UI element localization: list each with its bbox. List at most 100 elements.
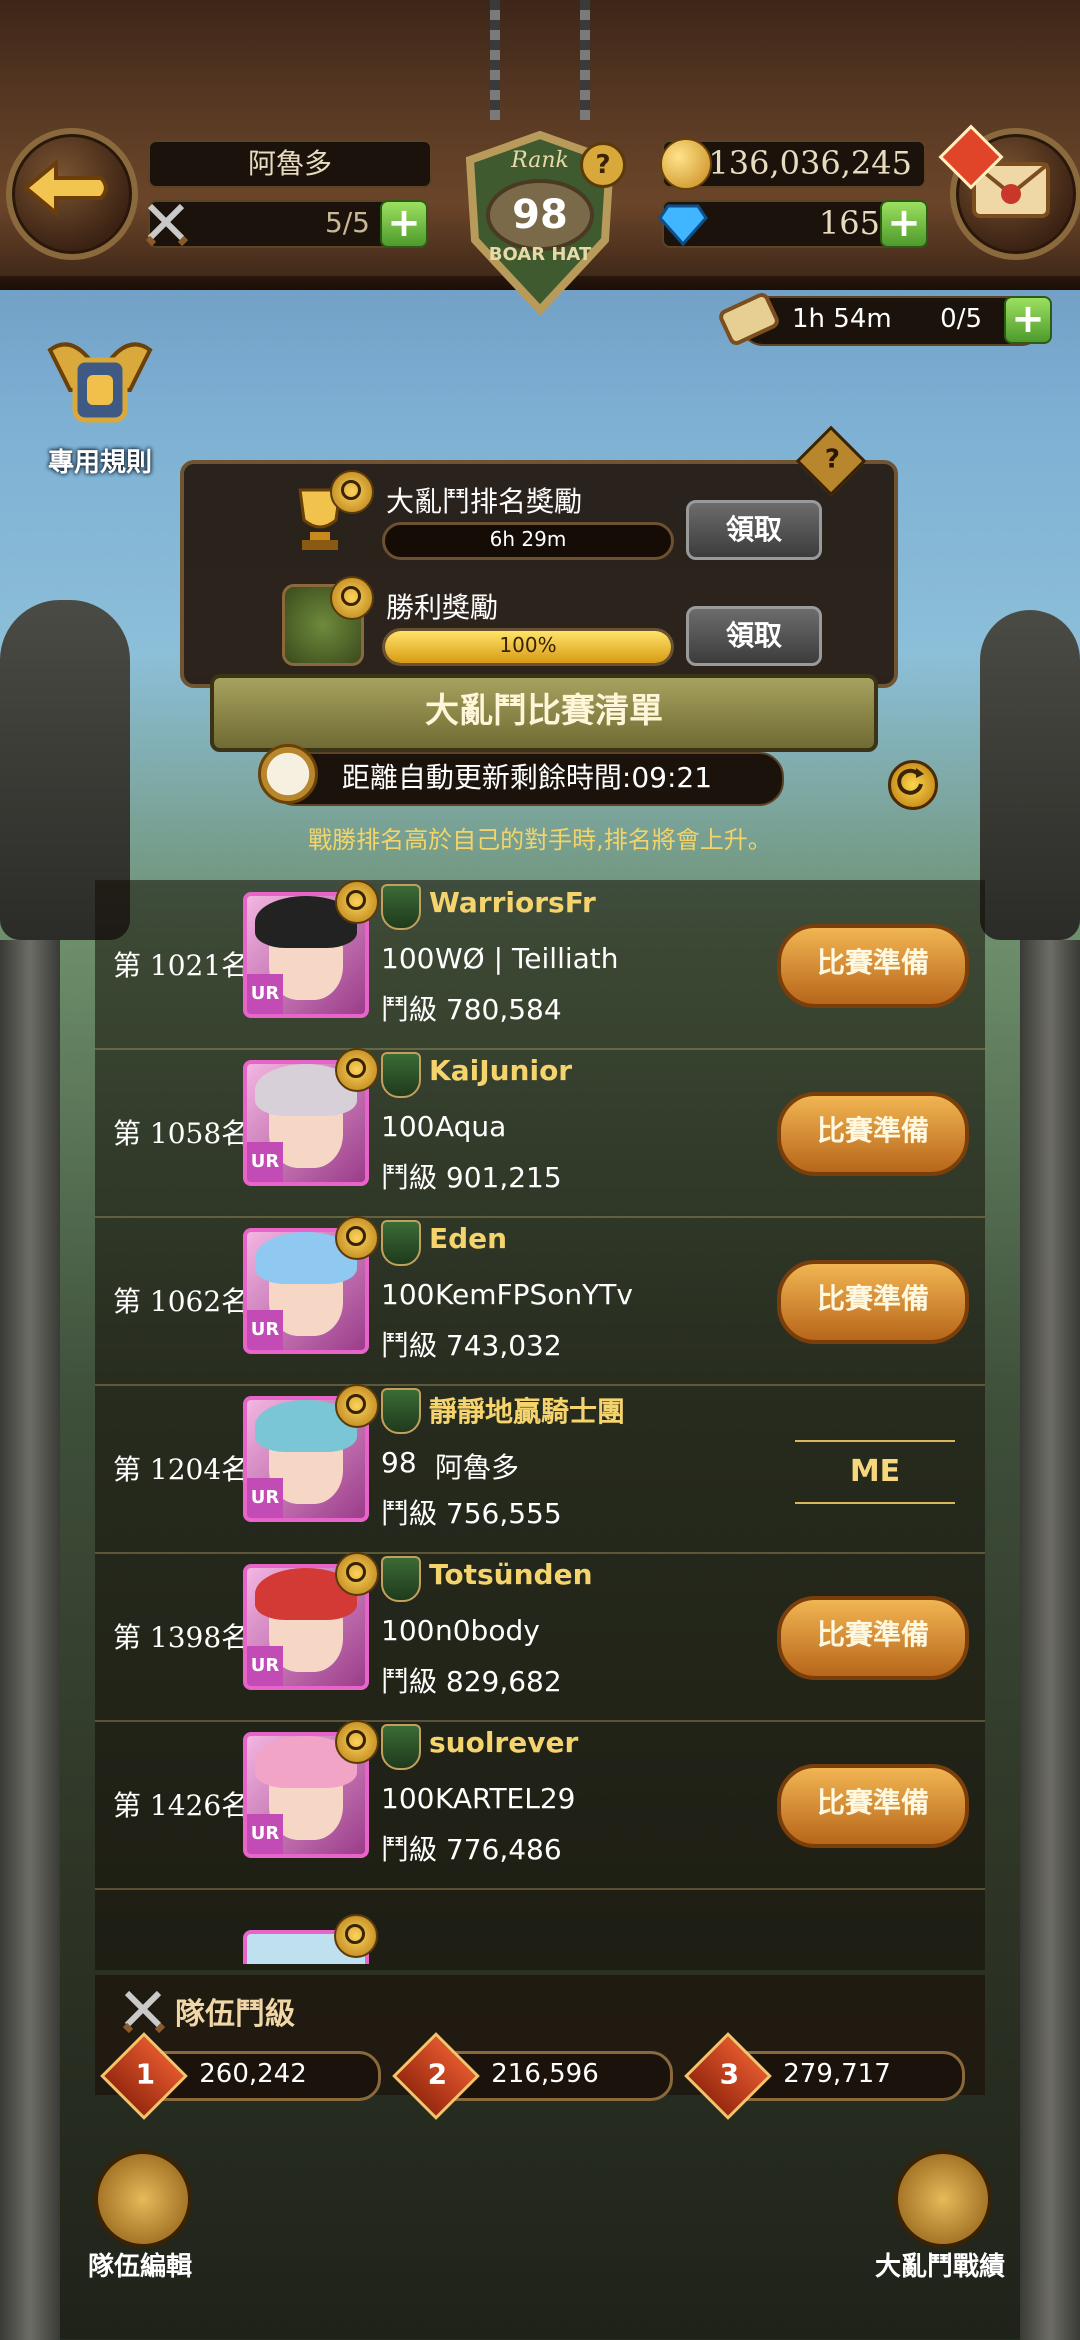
help-icon[interactable]: ? (580, 142, 626, 188)
player-level: 100 (381, 942, 435, 975)
reward-win-title: 勝利獎勵 (386, 591, 499, 624)
magnify-icon[interactable] (335, 1216, 379, 1260)
opponent-power: 鬥級 776,486 (381, 1833, 562, 1866)
magnify-icon[interactable] (335, 880, 379, 924)
magnify-icon[interactable] (335, 1384, 379, 1428)
list-title: 大亂鬥比賽清單 (425, 691, 663, 731)
magnify-icon[interactable] (335, 1552, 379, 1596)
swords-icon (122, 1990, 166, 2034)
player-level: 100 (381, 1782, 435, 1815)
player-level: 98 (381, 1446, 417, 1479)
player-level: 100 (381, 1110, 435, 1143)
team-edit-icon (94, 2150, 192, 2248)
gold-coin-icon (660, 138, 712, 190)
reward-rank-magnify-icon[interactable] (330, 470, 374, 514)
opponent-rank: 第 1058名 (113, 1117, 250, 1150)
reward-win-claim-button[interactable]: 領取 (686, 606, 822, 666)
team-edit-label: 隊伍編輯 (87, 2252, 192, 2282)
guild-emblem-icon (381, 1556, 421, 1602)
opponent-power: 鬥級 743,032 (381, 1329, 562, 1362)
ur-badge: UR (247, 1814, 283, 1854)
stamina-value: 5/5 (324, 206, 370, 239)
gem-value: 165 (818, 204, 880, 242)
hint-text: 戰勝排名高於自己的對手時,排名將會上升。 (308, 826, 772, 854)
reward-row-rank: 大亂鬥排名獎勵 6h 29m 領取 (190, 470, 880, 570)
guild-name: Eden (429, 1222, 508, 1255)
team-power-label: 隊伍鬥級 (175, 1997, 295, 2032)
opponent-power: 鬥級 756,555 (381, 1497, 562, 1530)
team-slot-3-badge: 3 (684, 2032, 772, 2120)
player-name: 阿魯多 (247, 147, 332, 180)
reward-rank-claim-button[interactable]: 領取 (686, 500, 822, 560)
match-prepare-button[interactable]: 比賽準備 (777, 1260, 969, 1344)
player-name-box: 阿魯多 (148, 140, 432, 188)
guild-emblem-icon (381, 1220, 421, 1266)
opponent-name: n0body (435, 1614, 540, 1647)
opponent-row[interactable]: 第 1426名 UR suolrever 100 KARTEL29 鬥級 776… (95, 1720, 985, 1890)
gem-plus-button[interactable]: + (880, 200, 928, 248)
rank-value: 98 (512, 192, 568, 238)
fist-icon (47, 342, 153, 423)
right-pillar (1020, 940, 1080, 2340)
swords-icon (145, 203, 189, 247)
match-prepare-button[interactable]: 比賽準備 (777, 924, 969, 1008)
gold-value: 136,036,245 (708, 144, 912, 182)
refresh-timer-box: 距離自動更新剩餘時間:09:21 (270, 752, 784, 806)
refresh-button[interactable] (888, 760, 938, 810)
rules-button[interactable]: 專用規則 (30, 330, 170, 480)
opponent-power: 鬥級 829,682 (381, 1665, 562, 1698)
timer-plus-button[interactable]: + (1004, 296, 1052, 344)
guild-name: WarriorsFr (429, 886, 596, 919)
match-prepare-button[interactable]: 比賽準備 (777, 1764, 969, 1848)
team-slot-1-value: 260,242 (199, 2059, 307, 2089)
opponent-row[interactable]: 第 1021名 UR WarriorsFr 100 WØ | Teilliath… (95, 880, 985, 1050)
opponent-row[interactable]: 第 1398名 UR Totsünden 100 n0body 鬥級 829,6… (95, 1552, 985, 1722)
gem-icon (658, 204, 708, 246)
partial-row-magnify-icon[interactable] (334, 1914, 378, 1958)
ur-badge: UR (247, 974, 283, 1014)
magnify-icon[interactable] (335, 1720, 379, 1764)
opponent-row[interactable]: 第 1058名 UR KaiJunior 100 Aqua 鬥級 901,215… (95, 1048, 985, 1218)
guild-emblem-icon (381, 1388, 421, 1434)
guild-name: KaiJunior (429, 1054, 573, 1087)
guild-name: Totsünden (429, 1558, 593, 1591)
reward-win-bar-text: 100% (499, 633, 557, 657)
player-level: 100 (381, 1278, 435, 1311)
reward-rank-title: 大亂鬥排名獎勵 (386, 485, 583, 518)
opponent-row[interactable]: 第 1062名 UR Eden 100 KemFPSonYTv 鬥級 743,0… (95, 1216, 985, 1386)
reward-win-bar: 100% (382, 628, 674, 666)
opponent-row[interactable]: 第 1204名 UR 靜靜地贏騎士團 98 阿魯多 鬥級 756,555 ME (95, 1384, 985, 1554)
team-slot-3-value: 279,717 (783, 2059, 891, 2089)
reward-win-magnify-icon[interactable] (330, 576, 374, 620)
guild-emblem-icon (381, 884, 421, 930)
team-power-section: 隊伍鬥級 260,242 1 216,596 2 279,717 3 (95, 1975, 985, 2120)
me-indicator: ME (795, 1440, 955, 1504)
battle-record-button[interactable]: 大亂鬥戰績 (870, 2150, 1010, 2290)
battle-record-icon (894, 2150, 992, 2248)
back-button[interactable] (6, 128, 138, 260)
opponent-name: KARTEL29 (435, 1782, 576, 1815)
guild-name: suolrever (429, 1726, 579, 1759)
opponent-power: 鬥級 780,584 (381, 993, 562, 1026)
left-pillar (0, 940, 60, 2340)
team-edit-button[interactable]: 隊伍編輯 (80, 2150, 200, 2290)
match-prepare-button[interactable]: 比賽準備 (777, 1092, 969, 1176)
chain-left (490, 0, 500, 120)
opponent-name: KemFPSonYTv (435, 1278, 633, 1311)
team-slot-2-num: 2 (427, 2057, 448, 2091)
ur-badge: UR (247, 1478, 283, 1518)
guild-emblem-icon (381, 1724, 421, 1770)
gold-box: 136,036,245 (660, 138, 926, 190)
opponent-rank: 第 1398名 (113, 1621, 250, 1654)
stamina-plus-button[interactable]: + (380, 200, 428, 248)
gem-box: 165 (658, 200, 896, 248)
match-prepare-button[interactable]: 比賽準備 (777, 1596, 969, 1680)
opponent-list[interactable]: 第 1021名 UR WarriorsFr 100 WØ | Teilliath… (95, 880, 985, 1970)
reward-rank-bar-text: 6h 29m (489, 527, 567, 551)
opponent-rank: 第 1426名 (113, 1789, 250, 1822)
refresh-text: 距離自動更新剩餘時間:09:21 (341, 761, 713, 794)
guild-name: 靜靜地贏騎士團 (429, 1395, 626, 1428)
team-slot-2-badge: 2 (392, 2032, 480, 2120)
magnify-icon[interactable] (335, 1048, 379, 1092)
refresh-icon (897, 768, 924, 795)
